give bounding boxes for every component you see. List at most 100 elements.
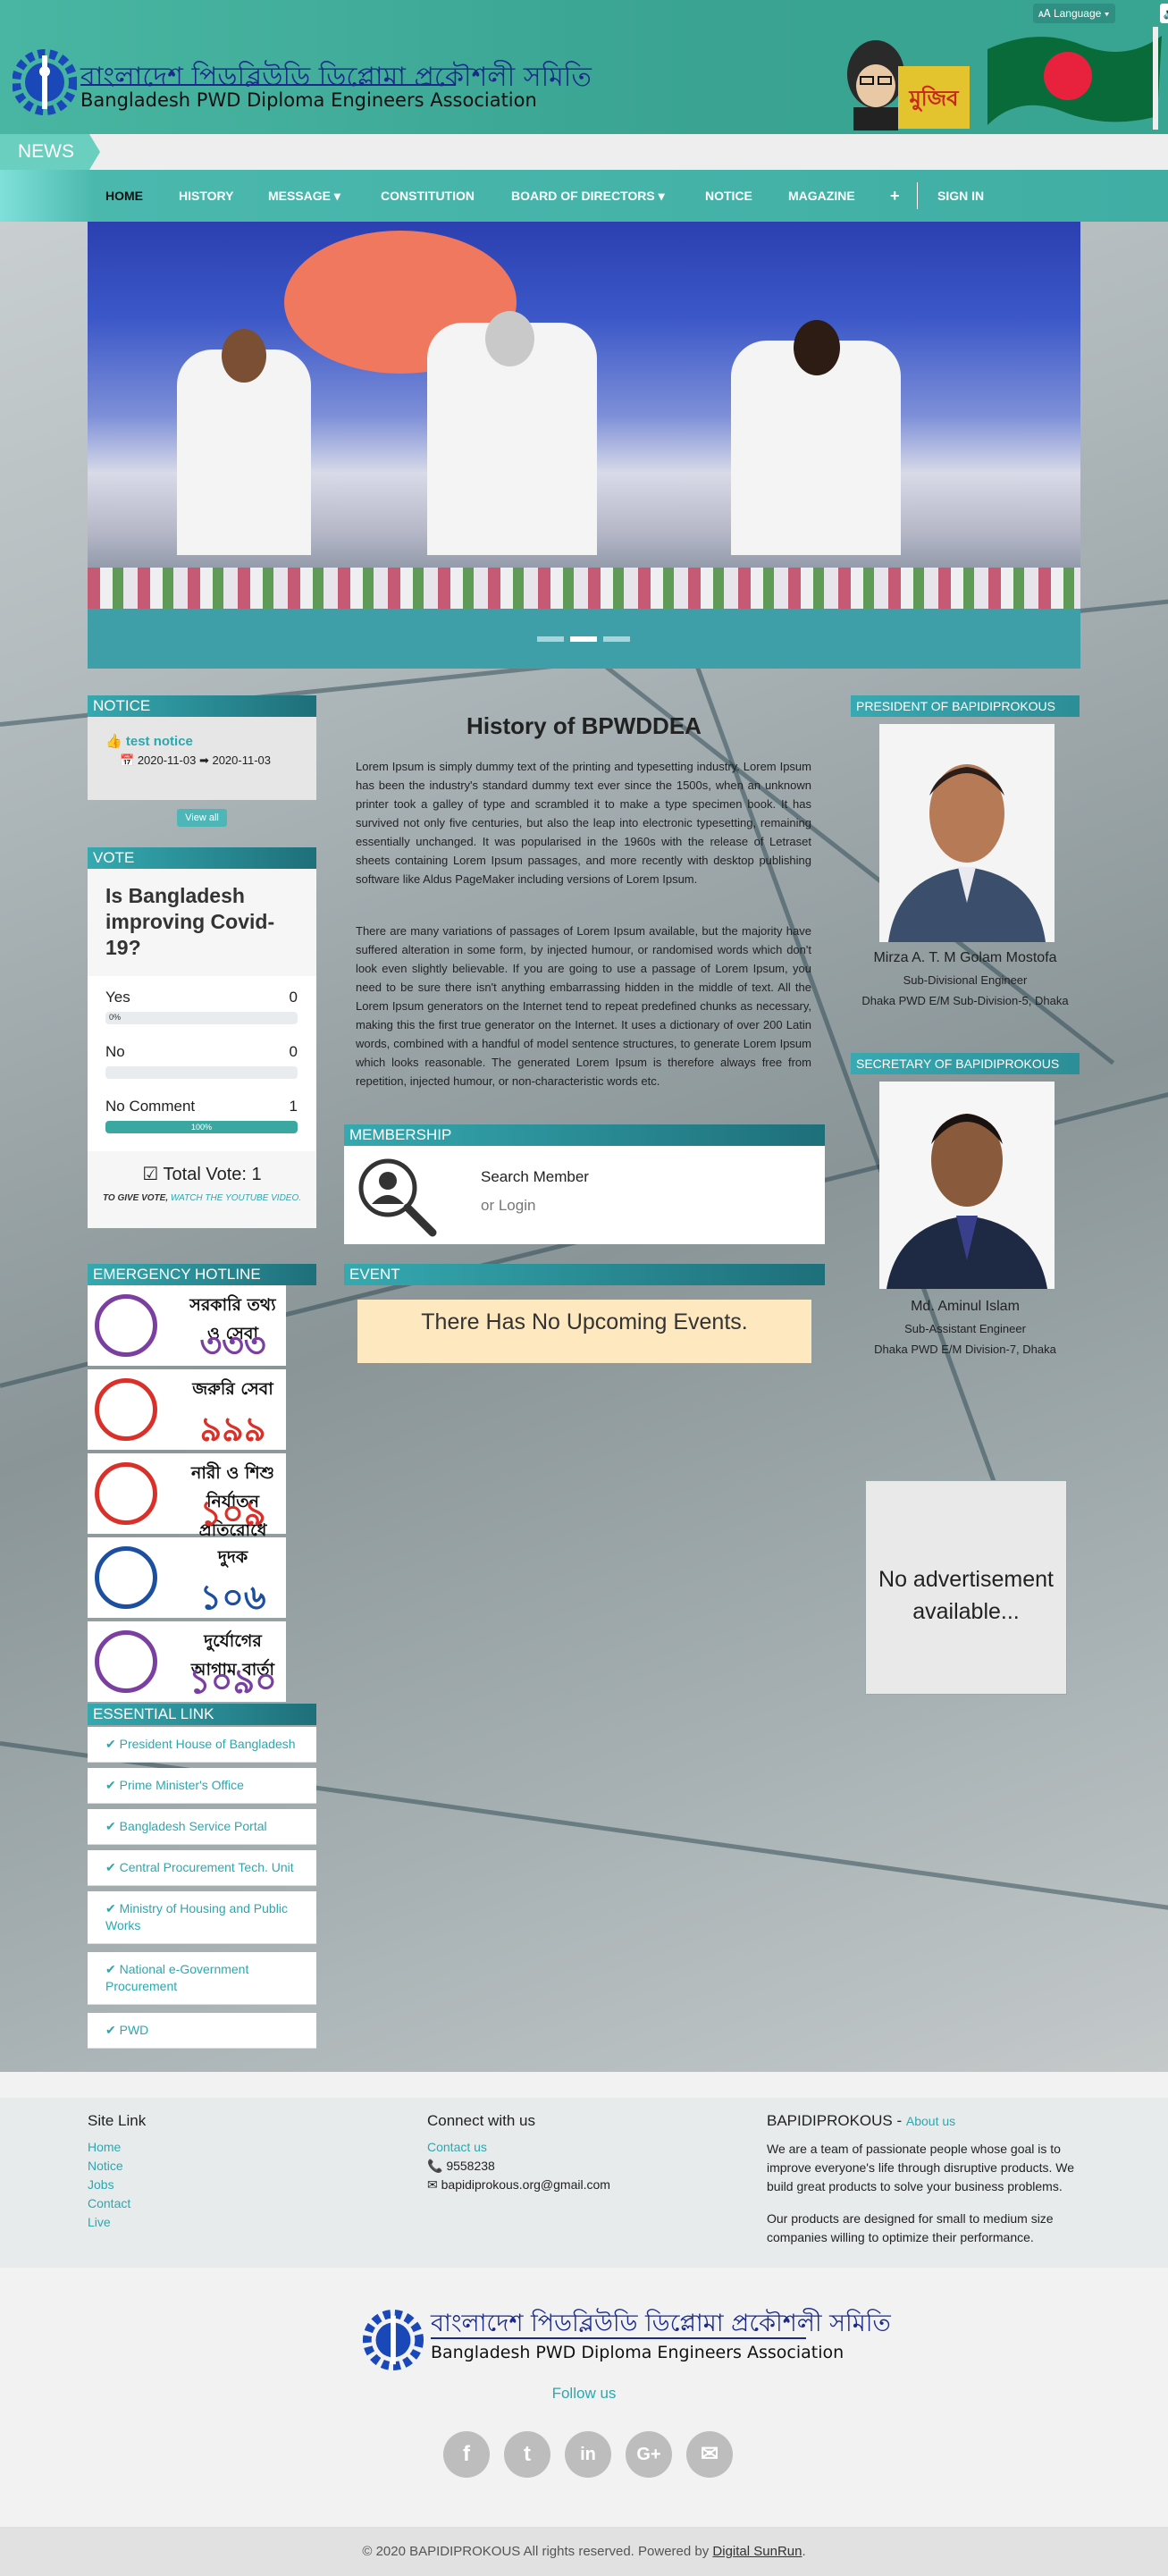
- nav-notice[interactable]: NOTICE: [705, 170, 752, 222]
- hotline-emblem-icon: [95, 1546, 157, 1609]
- notice-item-link[interactable]: 👍 test notice: [105, 733, 193, 749]
- speaker-icon[interactable]: 🔈: [1160, 4, 1168, 23]
- about-title-text: BAPIDIPROKOUS -: [767, 2112, 903, 2129]
- footer-title-bengali: বাংলাদেশ পিডব্লিউডি ডিপ্লোমা প্রকৌশলী সম…: [431, 2310, 891, 2337]
- footer-link-contact[interactable]: Contact: [88, 2196, 130, 2210]
- essential-link-label: Central Procurement Tech. Unit: [119, 1860, 294, 1874]
- footer-title-english: Bangladesh PWD Diploma Engineers Associa…: [431, 2343, 844, 2362]
- poll-option-count: 0: [289, 989, 298, 1006]
- essential-link-label: PWD: [119, 2023, 149, 2037]
- about-us-link[interactable]: About us: [906, 2114, 955, 2128]
- login-link[interactable]: or Login: [481, 1197, 535, 1215]
- mujib-borsho-emblem-icon: মুজিব: [847, 40, 970, 130]
- pwd-gear-logo-icon: [362, 2309, 424, 2371]
- footer-link-home[interactable]: Home: [88, 2140, 121, 2154]
- poll-option-label: No Comment: [105, 1098, 196, 1115]
- phone-icon: 📞: [427, 2159, 443, 2173]
- president-photo: [879, 724, 1055, 942]
- chevron-down-icon: ▾: [1104, 7, 1110, 20]
- essential-link-item[interactable]: ✔ Bangladesh Service Portal: [88, 1809, 316, 1845]
- essential-link-item[interactable]: ✔ Ministry of Housing and Public Works: [88, 1891, 316, 1944]
- nav-more-plus-icon[interactable]: +: [890, 170, 900, 222]
- vote-total-text: Total Vote: 1: [163, 1165, 262, 1184]
- nav-board-of-directors[interactable]: BOARD OF DIRECTORS ▾: [511, 170, 665, 222]
- essential-link-item[interactable]: ✔ Central Procurement Tech. Unit: [88, 1850, 316, 1886]
- poll-option-no[interactable]: No 0: [105, 1043, 298, 1061]
- member-search-icon[interactable]: [354, 1154, 440, 1240]
- powered-by-link[interactable]: Digital SunRun: [712, 2544, 802, 2559]
- language-dropdown[interactable]: 🗚 Language ▾: [1033, 4, 1115, 23]
- nav-board-label: BOARD OF DIRECTORS: [511, 189, 655, 203]
- chevron-down-icon: ▾: [658, 189, 665, 203]
- hotline-label: দুদক: [217, 1547, 248, 1567]
- footer-link-notice[interactable]: Notice: [88, 2159, 123, 2173]
- president-name: Mirza A. T. M Golam Mostofa: [873, 950, 1057, 965]
- essential-link-item[interactable]: ✔ PWD: [88, 2013, 316, 2049]
- youtube-video-link[interactable]: WATCH THE YOUTUBE VIDEO.: [171, 1193, 301, 1203]
- site-title-english: Bangladesh PWD Diploma Engineers Associa…: [80, 89, 537, 111]
- title-divider: [80, 84, 456, 86]
- nav-magazine[interactable]: MAGAZINE: [788, 170, 855, 222]
- notice-date: 📅 2020-11-03 ➡ 2020-11-03: [120, 753, 271, 768]
- notice-item-title: test notice: [125, 734, 193, 749]
- check-circle-icon: ✔: [105, 2023, 116, 2037]
- hotline-emblem-icon: [95, 1630, 157, 1693]
- nav-message[interactable]: MESSAGE ▾: [268, 170, 340, 222]
- footer-link-live[interactable]: Live: [88, 2215, 111, 2229]
- calendar-icon: 📅: [120, 753, 135, 767]
- slider-dot-active[interactable]: [570, 636, 597, 642]
- event-panel-title: EVENT: [344, 1264, 825, 1285]
- hero-slider[interactable]: [88, 222, 1080, 669]
- poll-option-label: No: [105, 1043, 125, 1060]
- copyright-text: © 2020 BAPIDIPROKOUS All rights reserved…: [362, 2544, 710, 2559]
- hotline-item: সরকারি তথ্য ও সেবা ৩৩৩: [88, 1285, 286, 1366]
- hotline-item: জরুরি সেবা ৯৯৯: [88, 1369, 286, 1450]
- search-member-link[interactable]: Search Member: [481, 1168, 589, 1186]
- nav-message-label: MESSAGE: [268, 189, 332, 203]
- nav-divider: [917, 182, 918, 209]
- hotline-number: ৯৯৯: [199, 1410, 266, 1449]
- president-portrait-icon: [879, 724, 1055, 942]
- essential-link-label: Ministry of Housing and Public Works: [105, 1901, 288, 1932]
- essential-link-item[interactable]: ✔ President House of Bangladesh: [88, 1727, 316, 1763]
- bangladesh-flag-icon: [987, 27, 1162, 130]
- google-plus-icon[interactable]: G+: [626, 2431, 672, 2478]
- nav-home[interactable]: HOME: [105, 170, 143, 222]
- hotline-item: নারী ও শিশু নির্যাতন প্রতিরোধে ১০৯: [88, 1453, 286, 1540]
- president-designation: Sub-Divisional Engineer: [903, 973, 1028, 987]
- copyright-bar: © 2020 BAPIDIPROKOUS All rights reserved…: [0, 2527, 1168, 2576]
- twitter-icon[interactable]: t: [504, 2431, 550, 2478]
- essential-link-item[interactable]: ✔ National e-Government Procurement: [88, 1952, 316, 2005]
- poll-option-label: Yes: [105, 989, 130, 1006]
- linkedin-icon[interactable]: in: [565, 2431, 611, 2478]
- hotline-number: ১০৯: [199, 1494, 266, 1533]
- facebook-icon[interactable]: f: [443, 2431, 490, 2478]
- check-circle-icon: ✔: [105, 1819, 116, 1833]
- notice-panel-title: NOTICE: [88, 695, 316, 717]
- news-ticker: NEWS: [0, 134, 1168, 170]
- essential-link-item[interactable]: ✔ Prime Minister's Office: [88, 1768, 316, 1804]
- poll-option-yes[interactable]: Yes 0: [105, 989, 298, 1006]
- nav-sign-in[interactable]: SIGN IN: [937, 170, 984, 222]
- pwd-gear-logo-icon: [13, 49, 77, 115]
- nav-history[interactable]: HISTORY: [179, 170, 233, 222]
- view-all-button[interactable]: View all: [177, 809, 227, 827]
- copyright-period: .: [802, 2544, 806, 2559]
- site-header: বাংলাদেশ পিডব্লিউডি ডিপ্লোমা প্রকৌশলী সম…: [0, 0, 1168, 134]
- footer-link-jobs[interactable]: Jobs: [88, 2177, 114, 2192]
- membership-panel-title: MEMBERSHIP: [344, 1124, 825, 1146]
- slide-person-head: [222, 329, 266, 383]
- slide-image: [88, 222, 1080, 609]
- slider-dot[interactable]: [537, 636, 564, 642]
- hotline-emblem-icon: [95, 1378, 157, 1441]
- about-paragraph-2: Our products are designed for small to m…: [767, 2211, 1054, 2244]
- contact-us-link[interactable]: Contact us: [427, 2140, 487, 2154]
- mail-icon[interactable]: ✉: [686, 2431, 733, 2478]
- advertisement-placeholder: No advertisement available...: [865, 1480, 1067, 1695]
- secretary-panel-title: SECRETARY OF BAPIDIPROKOUS: [851, 1053, 1080, 1074]
- emergency-panel-title: EMERGENCY HOTLINE: [88, 1264, 316, 1285]
- secretary-photo: [879, 1082, 1055, 1289]
- poll-option-no-comment[interactable]: No Comment 1: [105, 1098, 298, 1115]
- slider-dot[interactable]: [603, 636, 630, 642]
- nav-constitution[interactable]: CONSTITUTION: [381, 170, 475, 222]
